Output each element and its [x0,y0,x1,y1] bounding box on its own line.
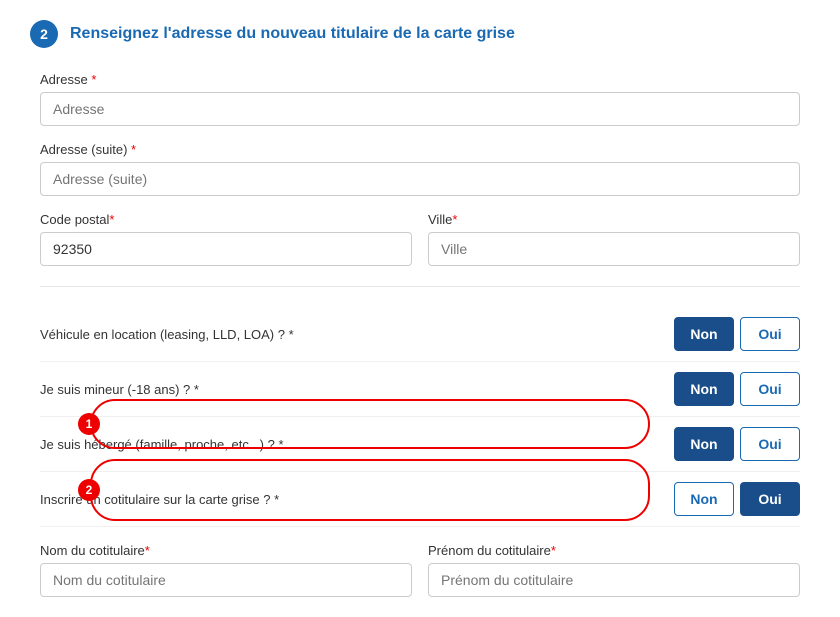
ville-group: Ville* [428,212,800,266]
step-number: 2 [30,20,58,48]
cotitulaire-inscrit-label: Inscrire un cotitulaire sur la carte gri… [40,492,674,507]
code-postal-label: Code postal* [40,212,412,227]
code-postal-ville-row: Code postal* Ville* [40,212,800,266]
mineur-label: Je suis mineur (-18 ans) ? * [40,382,674,397]
cotitulaire-prenom-input[interactable] [428,563,800,597]
heberge-non-button[interactable]: Non [674,427,734,461]
cotitulaire-prenom-group: Prénom du cotitulaire* [428,543,800,597]
leasing-label: Véhicule en location (leasing, LLD, LOA)… [40,327,674,342]
ville-label: Ville* [428,212,800,227]
adresse-suite-input[interactable] [40,162,800,196]
leasing-oui-button[interactable]: Oui [740,317,800,351]
adresse-group: Adresse * [40,72,800,126]
cotitulaire-nom-group: Nom du cotitulaire* [40,543,412,597]
adresse-suite-label: Adresse (suite) * [40,142,800,157]
heberge-oui-button[interactable]: Oui [740,427,800,461]
cotitulaire-oui-button[interactable]: Oui [740,482,800,516]
leasing-buttons: Non Oui [674,317,800,351]
adresse-label: Adresse * [40,72,800,87]
divider [40,286,800,287]
leasing-non-button[interactable]: Non [674,317,734,351]
mineur-row: Je suis mineur (-18 ans) ? * Non Oui [40,362,800,417]
leasing-row: Véhicule en location (leasing, LLD, LOA)… [40,307,800,362]
code-postal-input[interactable] [40,232,412,266]
cotitulaire-nom-input[interactable] [40,563,412,597]
cotitulaire-non-button[interactable]: Non [674,482,734,516]
heberge-row: Je suis hébergé (famille, proche, etc...… [40,417,800,472]
form-section: Adresse * Adresse (suite) * Code postal*… [30,72,810,597]
adresse-suite-group: Adresse (suite) * [40,142,800,196]
code-postal-group: Code postal* [40,212,412,266]
step-title: Renseignez l'adresse du nouveau titulair… [70,25,515,43]
cotitulaire-inscrit-buttons: Non Oui [674,482,800,516]
heberge-buttons: Non Oui [674,427,800,461]
bool-questions: Véhicule en location (leasing, LLD, LOA)… [40,307,800,527]
ville-input[interactable] [428,232,800,266]
cotitulaire-name-row: Nom du cotitulaire* Prénom du cotitulair… [40,543,800,597]
cotitulaire-row: Inscrire un cotitulaire sur la carte gri… [40,472,800,527]
step-header: 2 Renseignez l'adresse du nouveau titula… [30,20,810,48]
mineur-oui-button[interactable]: Oui [740,372,800,406]
mineur-non-button[interactable]: Non [674,372,734,406]
cotitulaire-nom-label: Nom du cotitulaire* [40,543,412,558]
adresse-input[interactable] [40,92,800,126]
heberge-label: Je suis hébergé (famille, proche, etc...… [40,437,674,452]
mineur-buttons: Non Oui [674,372,800,406]
cotitulaire-prenom-label: Prénom du cotitulaire* [428,543,800,558]
